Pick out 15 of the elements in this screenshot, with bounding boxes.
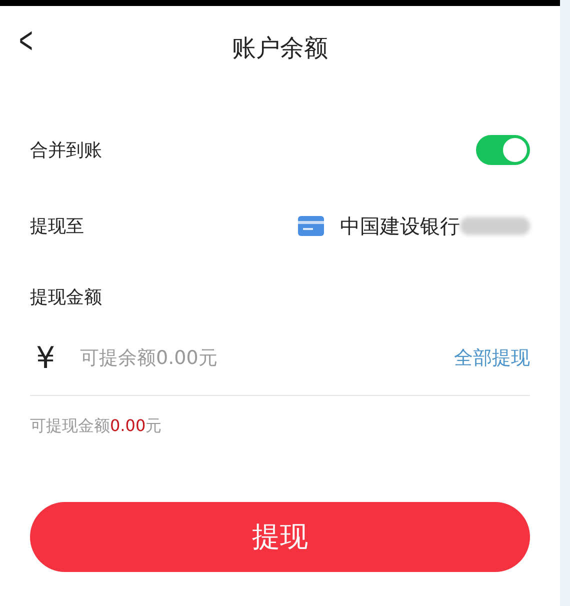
currency-symbol: ¥: [35, 340, 56, 378]
amount-label: 提现金额: [30, 286, 103, 310]
amount-field[interactable]: 可提余额0.00元: [80, 344, 454, 372]
back-button[interactable]: <: [18, 22, 33, 60]
redacted-blur: [460, 217, 530, 235]
bank-name[interactable]: 中国建设银行: [340, 211, 460, 241]
page-title: 账户余额: [232, 33, 328, 64]
bank-card-icon: [298, 216, 324, 236]
available-amount: 0.00: [110, 416, 146, 435]
withdraw-to-label: 提现至: [30, 214, 84, 238]
toggle-switch[interactable]: [476, 135, 530, 165]
available-label: 可提现金额: [30, 416, 110, 435]
available-unit: 元: [146, 416, 162, 435]
merge-label: 合并到账: [30, 138, 102, 162]
withdraw-button[interactable]: 提现: [30, 502, 530, 572]
